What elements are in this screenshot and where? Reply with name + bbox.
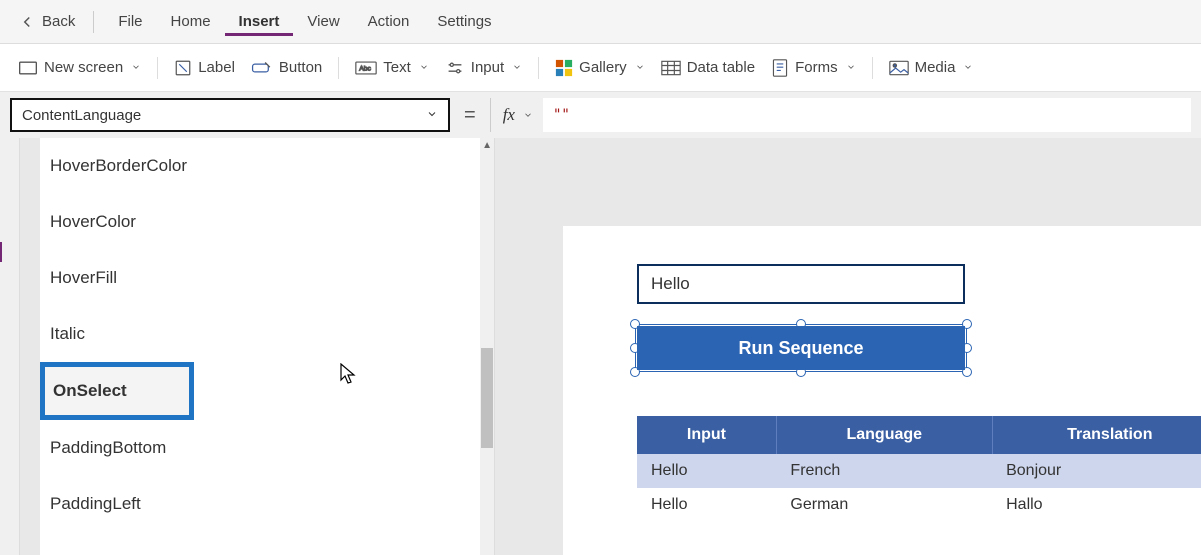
prop-item-paddingleft[interactable]: PaddingLeft (40, 476, 494, 532)
prop-item-hoverbordercolor[interactable]: HoverBorderColor (40, 138, 494, 194)
forms-button[interactable]: Forms (763, 55, 864, 81)
chevron-down-icon (512, 59, 522, 76)
button-icon (251, 60, 273, 76)
menu-settings[interactable]: Settings (423, 7, 505, 36)
chevron-down-icon (846, 59, 856, 76)
property-select-value: ContentLanguage (22, 107, 141, 124)
label-icon (174, 59, 192, 77)
text-label: Text (383, 59, 411, 76)
th-translation[interactable]: Translation (992, 416, 1201, 454)
fx-dropdown[interactable]: fx (490, 98, 533, 132)
scrollbar[interactable]: ▲ (480, 138, 494, 555)
translation-table[interactable]: Input Language Translation Hello French … (637, 416, 1201, 522)
menu-action[interactable]: Action (354, 7, 424, 36)
back-label: Back (42, 13, 75, 30)
cell: Hello (637, 488, 776, 522)
chevron-down-icon (426, 107, 438, 124)
prop-item-italic[interactable]: Italic (40, 306, 494, 362)
table-icon (661, 60, 681, 76)
formula-value: "" (553, 107, 570, 123)
gallery-button[interactable]: Gallery (547, 55, 653, 81)
forms-icon (771, 59, 789, 77)
table-row[interactable]: Hello German Hallo (637, 488, 1201, 522)
th-language[interactable]: Language (776, 416, 992, 454)
cell: Bonjour (992, 454, 1201, 488)
cursor-icon (340, 363, 358, 388)
menu-home[interactable]: Home (157, 7, 225, 36)
media-label: Media (915, 59, 956, 76)
run-button-label: Run Sequence (738, 338, 863, 359)
scroll-up-icon[interactable]: ▲ (482, 140, 492, 151)
top-menubar: Back File Home Insert View Action Settin… (0, 0, 1201, 44)
prop-item-paddingbottom[interactable]: PaddingBottom (40, 420, 494, 476)
input-icon (445, 60, 465, 76)
label-button[interactable]: Label (166, 55, 243, 81)
property-select[interactable]: ContentLanguage (10, 98, 450, 132)
formula-input[interactable]: "" (543, 98, 1191, 132)
scroll-thumb[interactable] (481, 348, 493, 448)
left-rail (0, 138, 20, 555)
canvas-screen[interactable]: Hello Run Sequence Input Languag (563, 226, 1201, 555)
text-button[interactable]: Abc Text (347, 55, 437, 80)
input-button[interactable]: Input (437, 55, 530, 80)
fx-label: fx (503, 105, 515, 125)
data-table-button[interactable]: Data table (653, 55, 763, 80)
cell: Hello (637, 454, 776, 488)
property-dropdown-panel: HoverBorderColor HoverColor HoverFill It… (40, 138, 495, 555)
text-input-control[interactable]: Hello (637, 264, 965, 304)
button-button[interactable]: Button (243, 55, 330, 80)
chevron-down-icon (523, 107, 533, 123)
cell: French (776, 454, 992, 488)
text-icon: Abc (355, 61, 377, 75)
menu-file[interactable]: File (104, 7, 156, 36)
divider (157, 57, 158, 79)
divider (872, 57, 873, 79)
chevron-down-icon (963, 59, 973, 76)
chevron-down-icon (419, 59, 429, 76)
media-icon (889, 60, 909, 76)
input-label: Input (471, 59, 504, 76)
th-input[interactable]: Input (637, 416, 776, 454)
data-table-label: Data table (687, 59, 755, 76)
forms-label: Forms (795, 59, 838, 76)
text-input-value: Hello (651, 274, 690, 294)
divider (338, 57, 339, 79)
canvas-area: Hello Run Sequence Input Languag (495, 138, 1201, 555)
prop-item-onselect[interactable]: OnSelect (40, 362, 194, 420)
rail-accent (0, 242, 2, 262)
prop-item-hoverfill[interactable]: HoverFill (40, 250, 494, 306)
prop-item-hovercolor[interactable]: HoverColor (40, 194, 494, 250)
back-button[interactable]: Back (10, 9, 83, 35)
main-area: HoverBorderColor HoverColor HoverFill It… (0, 138, 1201, 555)
menu-insert[interactable]: Insert (225, 7, 294, 36)
table-row[interactable]: Hello French Bonjour (637, 454, 1201, 488)
cell: German (776, 488, 992, 522)
gallery-icon (555, 59, 573, 77)
divider (538, 57, 539, 79)
new-screen-label: New screen (44, 59, 123, 76)
table-header-row: Input Language Translation (637, 416, 1201, 454)
screen-icon (18, 60, 38, 76)
insert-toolbar: New screen Label Button Abc Text Input (0, 44, 1201, 92)
chevron-down-icon (131, 59, 141, 76)
back-arrow-icon (18, 13, 36, 31)
gallery-label: Gallery (579, 59, 627, 76)
label-label: Label (198, 59, 235, 76)
button-label: Button (279, 59, 322, 76)
menu-view[interactable]: View (293, 7, 353, 36)
chevron-down-icon (635, 59, 645, 76)
formula-bar: ContentLanguage = fx "" (0, 92, 1201, 138)
new-screen-button[interactable]: New screen (10, 55, 149, 80)
svg-text:Abc: Abc (360, 65, 372, 72)
run-sequence-button[interactable]: Run Sequence (637, 326, 965, 370)
cell: Hallo (992, 488, 1201, 522)
equals-sign: = (460, 104, 480, 127)
media-button[interactable]: Media (881, 55, 982, 80)
divider (93, 11, 94, 33)
